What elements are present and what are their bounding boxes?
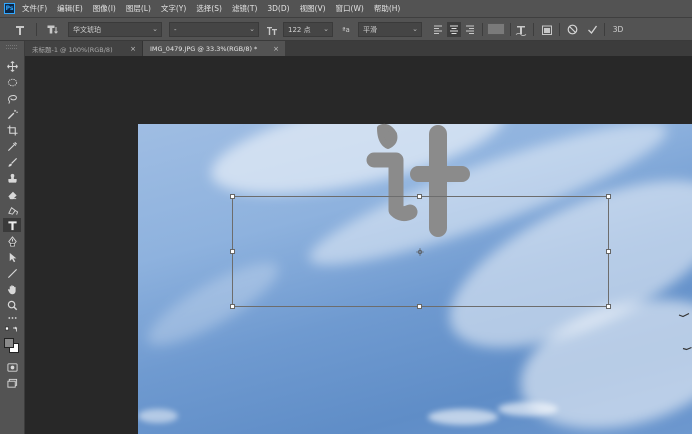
panel-grip-icon[interactable] <box>4 44 20 50</box>
resize-handle-br[interactable] <box>606 304 611 309</box>
brush-icon[interactable] <box>3 155 21 169</box>
tab-label: 未标题-1 @ 100%(RGB/8) <box>32 45 113 54</box>
resize-handle-b[interactable] <box>417 304 422 309</box>
color-swatches <box>4 338 20 354</box>
character-panel-icon[interactable] <box>539 22 555 37</box>
options-bar: 华文琥珀 ⌄ - ⌄ 122 点 ⌄ ªa 平滑 ⌄ 3D <box>0 17 692 41</box>
menu-file[interactable]: 文件(F) <box>22 3 47 14</box>
antialias-label: ªa <box>338 22 354 37</box>
swap-colors-icon[interactable] <box>3 325 21 335</box>
document-tabs: 未标题-1 @ 100%(RGB/8) × IMG_0479.JPG @ 33.… <box>25 41 692 56</box>
commit-check-icon[interactable] <box>584 22 600 37</box>
menu-filter[interactable]: 滤镜(T) <box>232 3 257 14</box>
menu-view[interactable]: 视图(V) <box>300 3 326 14</box>
foreground-color-swatch[interactable] <box>4 338 14 348</box>
font-size-value: 122 点 <box>288 25 311 34</box>
tab-untitled[interactable]: 未标题-1 @ 100%(RGB/8) × <box>25 41 143 56</box>
eraser-icon[interactable] <box>3 187 21 201</box>
menu-select[interactable]: 选择(S) <box>196 3 222 14</box>
chevron-down-icon: ⌄ <box>249 25 255 33</box>
tab-label: IMG_0479.JPG @ 33.3%(RGB/8) * <box>150 44 258 53</box>
resize-handle-bl[interactable] <box>230 304 235 309</box>
font-size-icon <box>264 22 280 37</box>
align-right-icon[interactable] <box>463 22 477 37</box>
font-family-value: 华文琥珀 <box>73 25 101 34</box>
menu-3d[interactable]: 3D(D) <box>267 4 289 13</box>
font-size-select[interactable]: 122 点 ⌄ <box>283 22 333 37</box>
hand-icon[interactable] <box>3 282 21 296</box>
type-tool-icon[interactable] <box>3 218 21 232</box>
align-left-icon[interactable] <box>431 22 445 37</box>
bird-icon <box>678 312 690 318</box>
resize-handle-t[interactable] <box>417 194 422 199</box>
menu-layer[interactable]: 图层(L) <box>126 3 151 14</box>
pen-icon[interactable] <box>3 234 21 248</box>
elliptical-marquee-icon[interactable] <box>3 75 21 89</box>
quick-mask-icon[interactable] <box>3 360 21 374</box>
path-selection-icon[interactable] <box>3 250 21 264</box>
zoom-icon[interactable] <box>3 298 21 312</box>
clone-stamp-icon[interactable] <box>3 171 21 185</box>
sky-cloud <box>138 409 178 423</box>
create-3d-label: 3D <box>612 25 624 34</box>
resize-handle-r[interactable] <box>606 249 611 254</box>
antialias-value: 平滑 <box>363 25 377 34</box>
chevron-down-icon: ⌄ <box>323 25 329 33</box>
crop-icon[interactable] <box>3 123 21 137</box>
antialias-select[interactable]: 平滑 ⌄ <box>358 22 422 37</box>
antialias-icon-text: ªa <box>342 25 350 34</box>
menu-help[interactable]: 帮助(H) <box>374 3 401 14</box>
move-tool-icon[interactable] <box>3 59 21 73</box>
resize-handle-tl[interactable] <box>230 194 235 199</box>
lasso-icon[interactable] <box>3 91 21 105</box>
create-3d-button[interactable]: 3D <box>609 22 627 37</box>
text-orientation-icon[interactable] <box>44 22 62 37</box>
font-family-select[interactable]: 华文琥珀 ⌄ <box>68 22 162 37</box>
cancel-icon[interactable] <box>564 22 580 37</box>
gradient-icon[interactable] <box>3 203 21 217</box>
align-center-icon[interactable] <box>447 22 461 37</box>
screen-mode-icon[interactable] <box>3 376 21 390</box>
bird-icon <box>682 346 692 351</box>
tools-panel <box>0 41 25 434</box>
resize-handle-tr[interactable] <box>606 194 611 199</box>
menu-type[interactable]: 文字(Y) <box>161 3 186 14</box>
chevron-down-icon: ⌄ <box>412 25 418 33</box>
resize-handle-l[interactable] <box>230 249 235 254</box>
close-icon[interactable]: × <box>124 45 136 53</box>
line-tool-icon[interactable] <box>3 266 21 280</box>
more-tools-icon[interactable] <box>3 313 21 323</box>
font-style-value: - <box>174 25 177 34</box>
menu-window[interactable]: 窗口(W) <box>336 3 364 14</box>
sky-cloud <box>498 402 558 416</box>
menu-edit[interactable]: 编辑(E) <box>57 3 83 14</box>
crosshair-icon <box>416 248 424 256</box>
text-color-swatch[interactable] <box>487 23 505 35</box>
warp-text-icon[interactable] <box>513 22 529 37</box>
chevron-down-icon: ⌄ <box>152 25 158 33</box>
font-style-select[interactable]: - ⌄ <box>169 22 259 37</box>
sky-cloud <box>428 409 498 425</box>
type-tool-preset-icon[interactable] <box>11 22 29 37</box>
tab-img-0479[interactable]: IMG_0479.JPG @ 33.3%(RGB/8) * × <box>143 41 285 56</box>
eyedropper-icon[interactable] <box>3 139 21 153</box>
photoshop-logo[interactable]: Ps <box>4 3 15 14</box>
menu-bar: Ps 文件(F) 编辑(E) 图像(I) 图层(L) 文字(Y) 选择(S) 滤… <box>0 0 692 17</box>
menu-image[interactable]: 图像(I) <box>93 3 116 14</box>
magic-wand-icon[interactable] <box>3 107 21 121</box>
close-icon[interactable]: × <box>267 45 279 53</box>
